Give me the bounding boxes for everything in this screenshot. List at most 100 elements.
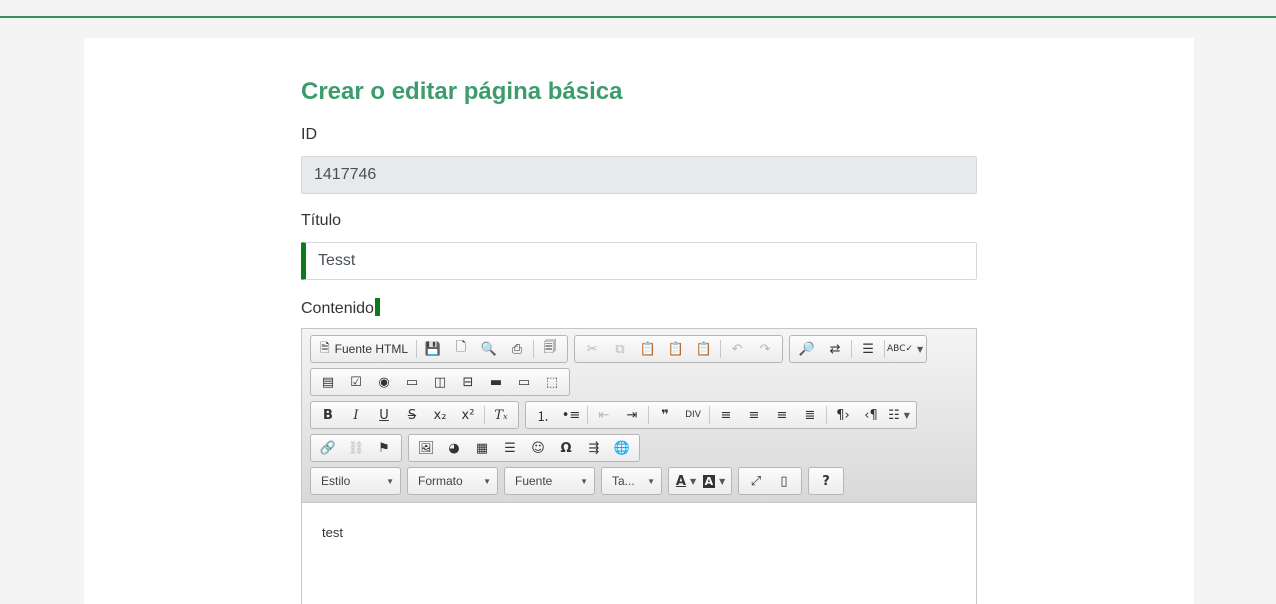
ltr-icon[interactable]: ¶› — [829, 402, 857, 428]
image-button-icon[interactable]: ▭ — [510, 369, 538, 395]
undo-icon[interactable]: ↶ — [723, 336, 751, 362]
copy-icon[interactable]: ⧉ — [606, 336, 634, 362]
separator — [884, 340, 886, 358]
source-html-label: Fuente HTML — [334, 342, 409, 356]
select-all-icon[interactable]: ☰ — [854, 336, 882, 362]
separator — [720, 340, 722, 358]
chevron-down-icon: ▼ — [386, 476, 394, 486]
separator — [826, 406, 827, 424]
blockquote-icon[interactable]: ❞ — [651, 402, 679, 428]
about-group: ? — [808, 467, 844, 495]
flash-icon[interactable]: ◕ — [440, 435, 468, 461]
select-icon[interactable]: ⊟ — [454, 369, 482, 395]
basic-styles-group: B I U S x₂ x² Tₓ — [310, 401, 519, 429]
maximize-icon[interactable]: ⤢ — [742, 468, 770, 494]
align-left-icon[interactable]: ≡ — [712, 402, 740, 428]
text-field-icon[interactable]: ▭ — [398, 369, 426, 395]
toolbar-row-4: 🔗 ⛓ ⚑ 🖼 ◕ ▦ ☰ ☺ Ω ⇶ 🌐 — [310, 434, 640, 462]
colors-group: A ▼ A ▼ — [668, 467, 732, 495]
smiley-icon[interactable]: ☺ — [524, 435, 552, 461]
special-char-icon[interactable]: Ω — [552, 435, 580, 461]
title-input[interactable]: Tesst — [301, 242, 977, 280]
document-group: 🗎 Fuente HTML 💾 🗋 🔍 ⎙ 🗐 — [310, 335, 569, 363]
radio-icon[interactable]: ◉ — [370, 369, 398, 395]
title-label: Título — [301, 212, 342, 229]
find-icon[interactable]: 🔎 — [793, 336, 821, 362]
source-icon: 🗎 — [320, 340, 330, 355]
paste-text-icon[interactable]: 📋 — [662, 336, 690, 362]
textarea-icon[interactable]: ◫ — [426, 369, 454, 395]
background-color-icon[interactable]: A ▼ — [700, 468, 728, 494]
horizontal-line-icon[interactable]: ☰ — [496, 435, 524, 461]
justify-icon[interactable]: ≣ — [796, 402, 824, 428]
paste-word-icon[interactable]: 📋 — [690, 336, 718, 362]
anchor-flag-icon[interactable]: ⚑ — [370, 435, 398, 461]
tools-group: ⤢ ▯ — [738, 467, 802, 495]
separator — [648, 406, 649, 424]
separator — [484, 406, 485, 424]
content-label-text: Contenido — [301, 300, 374, 317]
replace-icon[interactable]: ⇄ — [821, 336, 849, 362]
image-icon[interactable]: 🖼 — [412, 435, 440, 461]
spellcheck-icon[interactable]: ABC✓ ▼ — [887, 336, 923, 362]
rtl-icon[interactable]: ‹¶ — [857, 402, 885, 428]
chevron-down-icon: ▼ — [580, 476, 588, 486]
separator — [533, 340, 535, 358]
required-marker — [374, 298, 380, 316]
link-icon[interactable]: 🔗 — [314, 435, 342, 461]
div-container-icon[interactable]: DIV — [679, 402, 707, 428]
format-combo-label: Formato — [418, 474, 463, 488]
button-icon[interactable]: ▬ — [482, 369, 510, 395]
superscript-icon[interactable]: x² — [454, 402, 482, 428]
italic-icon[interactable]: I — [342, 402, 370, 428]
form-elements-group: ▤ ☑ ◉ ▭ ◫ ⊟ ▬ ▭ ⬚ — [310, 368, 570, 396]
numbered-list-icon[interactable]: ⒈ — [529, 402, 557, 428]
cut-icon[interactable]: ✂ — [578, 336, 606, 362]
top-bar — [0, 0, 1276, 18]
clipboard-group: ✂ ⧉ 📋 📋 📋 ↶ ↷ — [574, 335, 784, 363]
source-html-button[interactable]: 🗎 Fuente HTML — [314, 336, 414, 362]
style-combo[interactable]: Estilo ▼ — [310, 467, 401, 495]
editor-toolbar: 🗎 Fuente HTML 💾 🗋 🔍 ⎙ 🗐 ✂ ⧉ 📋 📋 📋 ↶ ↷ 🔎 … — [302, 329, 976, 503]
page-break-icon[interactable]: ⇶ — [580, 435, 608, 461]
outdent-icon[interactable]: ⇤ — [590, 402, 618, 428]
toolbar-row-1: 🗎 Fuente HTML 💾 🗋 🔍 ⎙ 🗐 ✂ ⧉ 📋 📋 📋 ↶ ↷ 🔎 … — [310, 335, 928, 363]
redo-icon[interactable]: ↷ — [751, 336, 779, 362]
bulleted-list-icon[interactable]: •≡ — [557, 402, 585, 428]
help-icon[interactable]: ? — [812, 468, 840, 494]
size-combo[interactable]: Ta... ▼ — [601, 467, 662, 495]
show-blocks-icon[interactable]: ▯ — [770, 468, 798, 494]
preview-icon[interactable]: 🔍 — [475, 336, 503, 362]
checkbox-icon[interactable]: ☑ — [342, 369, 370, 395]
new-page-icon[interactable]: 🗋 — [447, 336, 475, 362]
separator — [851, 340, 853, 358]
templates-icon[interactable]: 🗐 — [536, 336, 564, 362]
toolbar-row-3: B I U S x₂ x² Tₓ ⒈ •≡ ⇤ ⇥ ❞ DIV ≡ ≡ ≡ ≣ … — [310, 401, 917, 429]
chevron-down-icon: ▼ — [647, 476, 655, 486]
align-right-icon[interactable]: ≡ — [768, 402, 796, 428]
bold-icon[interactable]: B — [314, 402, 342, 428]
page-title: Crear o editar página básica — [301, 78, 623, 105]
unlink-icon[interactable]: ⛓ — [342, 435, 370, 461]
iframe-globe-icon[interactable]: 🌐 — [608, 435, 636, 461]
indent-icon[interactable]: ⇥ — [618, 402, 646, 428]
table-icon[interactable]: ▦ — [468, 435, 496, 461]
paste-icon[interactable]: 📋 — [634, 336, 662, 362]
remove-format-icon[interactable]: Tₓ — [487, 402, 515, 428]
language-icon[interactable]: ☷ ▼ — [885, 402, 913, 428]
format-combo[interactable]: Formato ▼ — [407, 467, 498, 495]
text-color-icon[interactable]: A ▼ — [672, 468, 700, 494]
hidden-field-icon[interactable]: ⬚ — [538, 369, 566, 395]
rich-text-editor: 🗎 Fuente HTML 💾 🗋 🔍 ⎙ 🗐 ✂ ⧉ 📋 📋 📋 ↶ ↷ 🔎 … — [301, 328, 977, 604]
subscript-icon[interactable]: x₂ — [426, 402, 454, 428]
id-label: ID — [301, 126, 317, 143]
toolbar-row-2: ▤ ☑ ◉ ▭ ◫ ⊟ ▬ ▭ ⬚ — [310, 368, 570, 396]
save-icon[interactable]: 💾 — [419, 336, 447, 362]
font-combo[interactable]: Fuente ▼ — [504, 467, 595, 495]
underline-icon[interactable]: U — [370, 402, 398, 428]
align-center-icon[interactable]: ≡ — [740, 402, 768, 428]
editor-content[interactable]: test — [302, 503, 976, 562]
form-icon[interactable]: ▤ — [314, 369, 342, 395]
print-icon[interactable]: ⎙ — [503, 336, 531, 362]
strikethrough-icon[interactable]: S — [398, 402, 426, 428]
